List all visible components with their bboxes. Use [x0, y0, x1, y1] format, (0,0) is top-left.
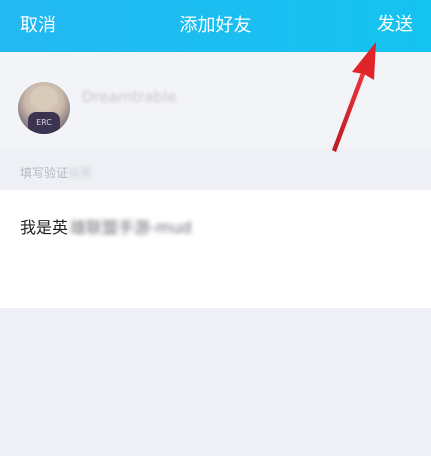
empty-area	[0, 308, 431, 456]
nickname-text: Dreamtrable	[82, 88, 177, 106]
send-button[interactable]: 发送	[377, 13, 413, 37]
verification-message-input[interactable]: 我是英 雄联盟手游-mud	[0, 190, 431, 308]
avatar-shirt: ERC	[28, 112, 60, 134]
page-title: 添加好友	[179, 15, 252, 36]
message-visible-text: 我是英	[20, 218, 69, 237]
verify-label: 填写验证信息	[20, 164, 92, 181]
message-blurred-text: 雄联盟手游-mud	[70, 218, 192, 237]
avatar-hair	[30, 86, 58, 106]
top-bar: 取消 添加好友 发送	[0, 0, 431, 52]
verification-message-text[interactable]: 我是英 雄联盟手游-mud	[20, 214, 192, 238]
profile-row: ERC Dreamtrable	[0, 52, 431, 148]
verify-label-text: 填写验证	[20, 166, 69, 180]
verify-label-blurred: 信息	[68, 166, 93, 180]
avatar: ERC	[18, 82, 70, 134]
avatar-text: ERC	[36, 118, 52, 127]
